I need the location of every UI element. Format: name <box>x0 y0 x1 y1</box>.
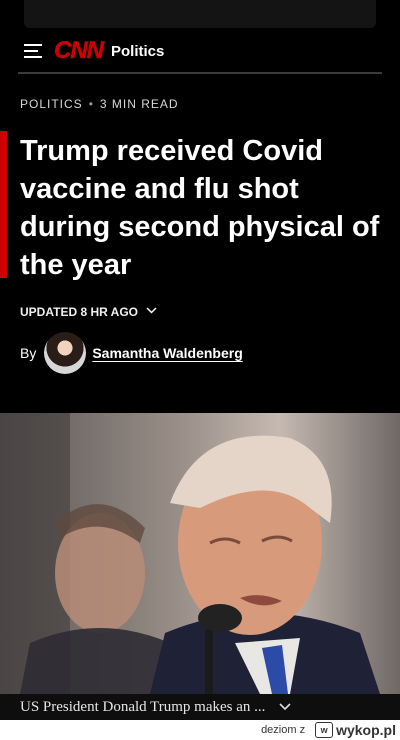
article-photo[interactable] <box>0 413 400 694</box>
top-strip <box>24 0 376 28</box>
wykop-logo-icon: w <box>315 722 334 738</box>
cnn-logo[interactable]: CNN <box>54 38 105 63</box>
photo-illustration <box>0 413 400 694</box>
updated-label: UPDATED 8 HR AGO <box>20 305 139 319</box>
watermark-bar: deziom z w wykop.pl <box>0 720 400 740</box>
eyebrow-section[interactable]: POLITICS <box>20 97 83 111</box>
by-label: By <box>20 345 37 361</box>
author-avatar[interactable] <box>44 332 87 374</box>
headline-accent-bar <box>0 131 7 278</box>
photo-caption[interactable]: US President Donald Trump makes an ... <box>0 694 400 720</box>
hamburger-menu-icon[interactable] <box>24 44 42 58</box>
site-header: CNN Politics <box>18 30 382 74</box>
article-eyebrow: POLITICS • 3 MIN READ <box>20 97 179 111</box>
chevron-down-icon[interactable] <box>279 703 291 711</box>
caption-text: US President Donald Trump makes an ... <box>20 698 266 715</box>
article-headline: Trump received Covid vaccine and flu sho… <box>20 135 380 281</box>
read-time: 3 MIN READ <box>99 97 179 111</box>
section-title[interactable]: Politics <box>111 43 164 60</box>
watermark-user: deziom z <box>261 724 306 736</box>
watermark-brand: w wykop.pl <box>315 722 396 738</box>
chevron-down-icon[interactable] <box>146 307 157 314</box>
eyebrow-separator: • <box>88 97 94 111</box>
watermark-brand-text: wykop.pl <box>336 722 396 738</box>
updated-timestamp[interactable]: UPDATED 8 HR AGO <box>20 305 157 319</box>
author-link[interactable]: Samantha Waldenberg <box>92 345 242 361</box>
byline: By Samantha Waldenberg <box>20 332 243 374</box>
